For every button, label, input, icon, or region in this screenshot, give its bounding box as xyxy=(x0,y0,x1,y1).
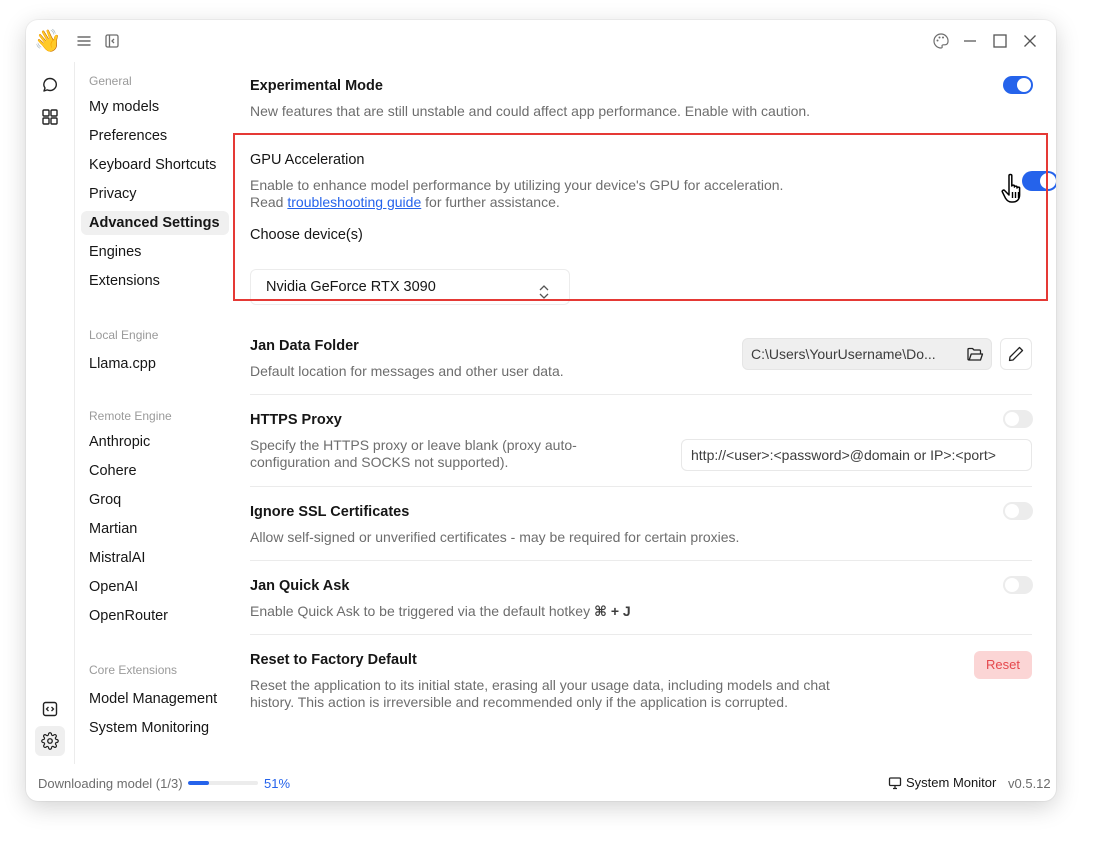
settings-nav: General My models Preferences Keyboard S… xyxy=(74,62,234,764)
choose-device-label: Choose device(s) xyxy=(250,227,363,243)
toggle-knob xyxy=(1040,173,1056,189)
https-proxy-title: HTTPS Proxy xyxy=(250,412,342,428)
chevron-up-down-icon xyxy=(537,279,551,313)
icon-rail xyxy=(26,62,74,764)
hand-pointer-cursor-icon xyxy=(1000,172,1030,213)
minimize-icon[interactable] xyxy=(958,29,982,53)
nav-group-remote-engine: Remote Engine xyxy=(89,409,172,423)
nav-item-anthropic[interactable]: Anthropic xyxy=(81,430,229,454)
divider xyxy=(250,560,1032,561)
data-folder-title: Jan Data Folder xyxy=(250,338,359,354)
ignore-ssl-title: Ignore SSL Certificates xyxy=(250,504,410,520)
data-folder-path: C:\Users\YourUsername\Do... xyxy=(742,338,992,370)
status-bar: Downloading model (1/3) 51% System Monit… xyxy=(26,764,1056,801)
data-folder-path-text: C:\Users\YourUsername\Do... xyxy=(751,346,936,362)
ignore-ssl-description: Allow self-signed or unverified certific… xyxy=(250,529,740,545)
monitor-icon xyxy=(888,776,902,789)
quick-ask-hotkey: ⌘ + J xyxy=(593,603,631,619)
nav-item-extensions[interactable]: Extensions xyxy=(81,269,229,293)
collapse-sidebar-icon[interactable] xyxy=(100,29,124,53)
system-monitor-button[interactable]: System Monitor xyxy=(888,775,996,790)
pencil-icon xyxy=(1008,346,1024,362)
reset-button[interactable]: Reset xyxy=(974,651,1032,679)
advanced-settings-content: Experimental Mode New features that are … xyxy=(234,62,1056,764)
nav-item-groq[interactable]: Groq xyxy=(81,488,229,512)
app-version: v0.5.12 xyxy=(1008,776,1051,791)
experimental-mode-description: New features that are still unstable and… xyxy=(250,103,811,119)
nav-item-openrouter[interactable]: OpenRouter xyxy=(81,604,229,628)
nav-item-engines[interactable]: Engines xyxy=(81,240,229,264)
system-monitor-label: System Monitor xyxy=(906,775,997,790)
factory-reset-description-2: history. This action is irreversible and… xyxy=(250,694,788,710)
https-proxy-toggle[interactable] xyxy=(1003,410,1033,428)
edit-folder-button[interactable] xyxy=(1000,338,1032,370)
nav-item-advanced-settings[interactable]: Advanced Settings xyxy=(81,211,229,235)
quick-ask-title: Jan Quick Ask xyxy=(250,578,350,594)
gpu-acceleration-title: GPU Acceleration xyxy=(250,152,365,168)
experimental-mode-toggle[interactable] xyxy=(1003,76,1033,94)
nav-group-general: General xyxy=(89,74,132,88)
help-suffix: for further assistance. xyxy=(421,194,560,210)
progress-fill xyxy=(188,781,209,785)
experimental-mode-title: Experimental Mode xyxy=(250,78,383,94)
divider xyxy=(250,486,1032,487)
toggle-knob xyxy=(1005,412,1019,426)
folder-open-icon[interactable] xyxy=(965,344,985,374)
download-status: Downloading model (1/3) xyxy=(38,776,183,791)
https-proxy-input[interactable] xyxy=(681,439,1032,471)
chat-icon[interactable] xyxy=(35,70,65,100)
nav-item-privacy[interactable]: Privacy xyxy=(81,182,229,206)
code-icon[interactable] xyxy=(35,694,65,724)
quick-ask-toggle[interactable] xyxy=(1003,576,1033,594)
close-icon[interactable] xyxy=(1018,29,1042,53)
title-bar: 👋 xyxy=(26,20,1056,62)
app-window: 👋 General My models Preferences Keyboard… xyxy=(26,20,1056,801)
divider xyxy=(250,634,1032,635)
nav-item-cohere[interactable]: Cohere xyxy=(81,459,229,483)
nav-item-preferences[interactable]: Preferences xyxy=(81,124,229,148)
factory-reset-title: Reset to Factory Default xyxy=(250,652,417,668)
gpu-acceleration-help: Read troubleshooting guide for further a… xyxy=(250,194,560,211)
nav-item-keyboard-shortcuts[interactable]: Keyboard Shortcuts xyxy=(81,153,229,177)
ignore-ssl-toggle[interactable] xyxy=(1003,502,1033,520)
help-prefix: Read xyxy=(250,194,288,210)
toggle-knob xyxy=(1005,578,1019,592)
quick-ask-description-text: Enable Quick Ask to be triggered via the… xyxy=(250,603,594,619)
nav-item-my-models[interactable]: My models xyxy=(81,95,229,119)
toggle-knob xyxy=(1005,504,1019,518)
toggle-knob xyxy=(1017,78,1031,92)
gpu-device-select[interactable]: Nvidia GeForce RTX 3090 xyxy=(250,269,570,305)
maximize-icon[interactable] xyxy=(988,29,1012,53)
hub-grid-icon[interactable] xyxy=(35,102,65,132)
nav-item-openai[interactable]: OpenAI xyxy=(81,575,229,599)
selected-device: Nvidia GeForce RTX 3090 xyxy=(266,279,436,295)
quick-ask-description: Enable Quick Ask to be triggered via the… xyxy=(250,603,631,620)
waving-hand-icon: 👋 xyxy=(34,28,62,53)
palette-icon[interactable] xyxy=(929,29,953,53)
nav-item-system-monitoring[interactable]: System Monitoring xyxy=(81,716,229,740)
divider xyxy=(250,394,1032,395)
nav-item-llama-cpp[interactable]: Llama.cpp xyxy=(81,352,229,376)
download-percent: 51% xyxy=(264,776,291,791)
nav-group-local-engine: Local Engine xyxy=(89,328,159,342)
troubleshooting-guide-link[interactable]: troubleshooting guide xyxy=(287,194,421,210)
nav-group-core-extensions: Core Extensions xyxy=(89,663,178,677)
download-progress-bar xyxy=(188,781,258,785)
gpu-acceleration-description: Enable to enhance model performance by u… xyxy=(250,177,784,193)
nav-item-mistralai[interactable]: MistralAI xyxy=(81,546,229,570)
settings-icon[interactable] xyxy=(35,726,65,756)
nav-item-martian[interactable]: Martian xyxy=(81,517,229,541)
nav-item-model-management[interactable]: Model Management xyxy=(81,687,229,711)
factory-reset-description-1: Reset the application to its initial sta… xyxy=(250,677,830,693)
https-proxy-description-1: Specify the HTTPS proxy or leave blank (… xyxy=(250,437,577,453)
menu-icon[interactable] xyxy=(72,29,96,53)
data-folder-description: Default location for messages and other … xyxy=(250,363,564,379)
https-proxy-description-2: configuration and SOCKS not supported). xyxy=(250,454,509,470)
